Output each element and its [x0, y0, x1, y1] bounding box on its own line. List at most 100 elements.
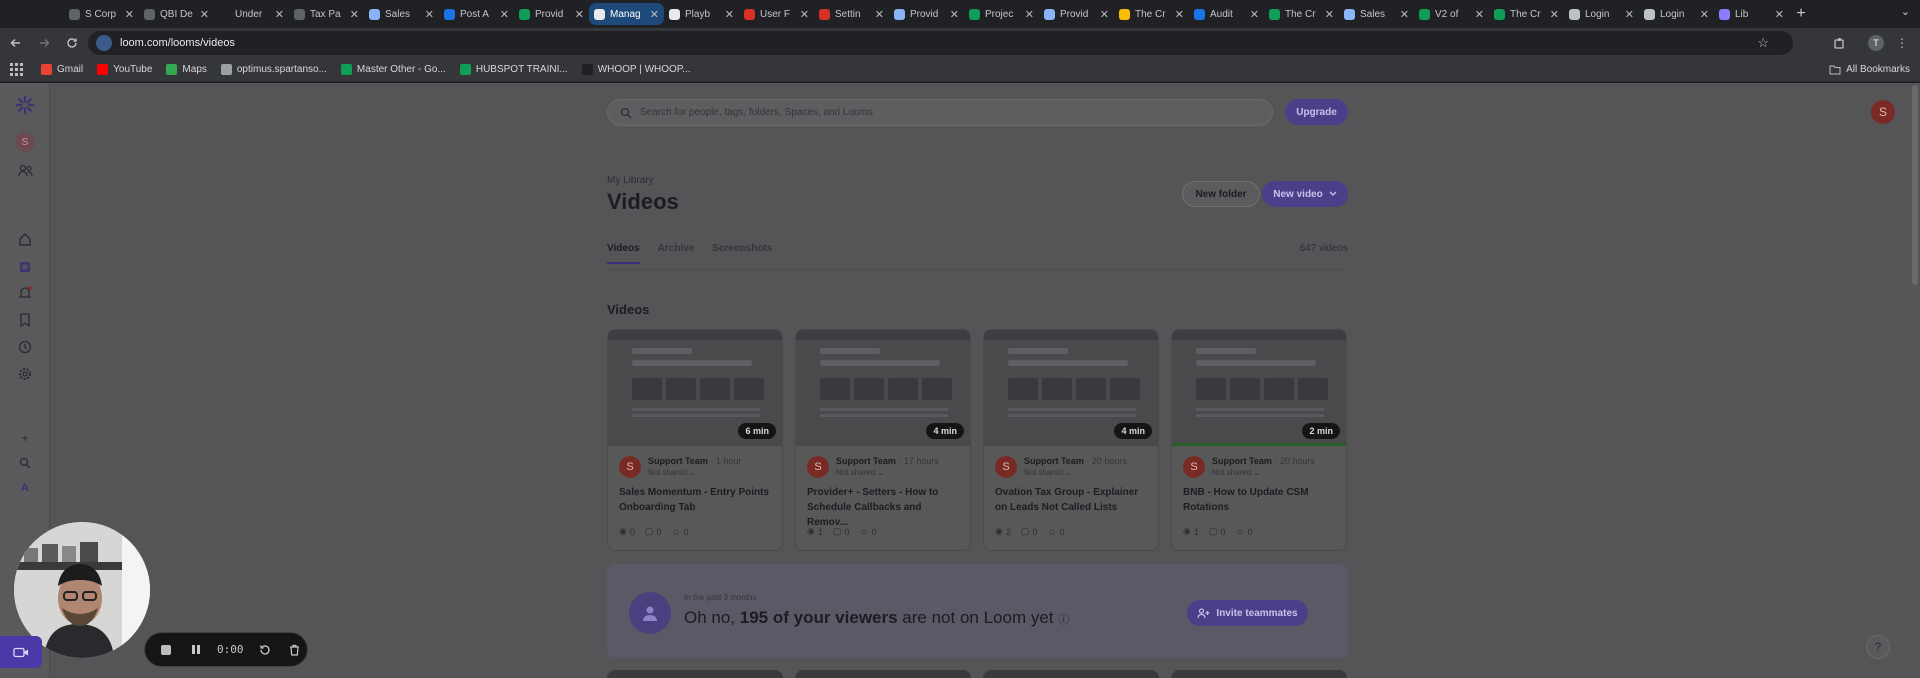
clock-history-icon[interactable]: [13, 335, 37, 359]
browser-tab[interactable]: Audit ✕: [1189, 3, 1264, 25]
video-title[interactable]: Ovation Tax Group - Explainer on Leads N…: [995, 485, 1153, 515]
browser-tab[interactable]: User F ✕: [739, 3, 814, 25]
close-tab-icon[interactable]: ✕: [275, 8, 284, 21]
upgrade-button[interactable]: Upgrade: [1285, 99, 1348, 125]
people-icon[interactable]: [13, 158, 37, 182]
delete-recording-button[interactable]: [286, 641, 304, 659]
close-tab-icon[interactable]: ✕: [1025, 8, 1034, 21]
pause-recording-button[interactable]: [187, 641, 205, 659]
video-title[interactable]: Provider+ - Setters - How to Schedule Ca…: [807, 485, 965, 530]
video-card-partial[interactable]: [983, 670, 1159, 678]
new-video-button[interactable]: New video: [1262, 181, 1348, 207]
close-tab-icon[interactable]: ✕: [1475, 8, 1484, 21]
browser-tab[interactable]: Under ✕: [214, 3, 289, 25]
bookmark-item[interactable]: YouTube: [97, 64, 152, 75]
close-tab-icon[interactable]: ✕: [1550, 8, 1559, 21]
info-icon[interactable]: ⓘ: [1058, 614, 1069, 626]
address-bar[interactable]: loom.com/looms/videos ☆: [88, 31, 1793, 55]
close-tab-icon[interactable]: ✕: [350, 8, 359, 21]
browser-tab[interactable]: The Cr ✕: [1489, 3, 1564, 25]
close-tab-icon[interactable]: ✕: [650, 8, 659, 21]
bookmark-star-icon[interactable]: ☆: [1757, 35, 1769, 51]
bookmark-item[interactable]: WHOOP | WHOOP...: [581, 64, 691, 75]
search-input[interactable]: Search for people, tags, folders, Spaces…: [607, 99, 1273, 126]
video-card-partial[interactable]: [607, 670, 783, 678]
bookmark-item[interactable]: Gmail: [41, 64, 83, 75]
browser-tab[interactable]: Sales ✕: [364, 3, 439, 25]
reload-button[interactable]: [60, 31, 84, 55]
browser-tab[interactable]: Login ✕: [1639, 3, 1714, 25]
close-tab-icon[interactable]: ✕: [1775, 8, 1784, 21]
all-bookmarks-button[interactable]: All Bookmarks: [1829, 64, 1910, 75]
video-card[interactable]: 2 min S Support Team · 20 hours Not shared …: [1171, 329, 1347, 551]
bookmark-item[interactable]: optimus.spartanso...: [220, 64, 327, 75]
settings-gear-icon[interactable]: [13, 362, 37, 386]
user-avatar[interactable]: S: [1871, 100, 1895, 124]
tab-videos[interactable]: Videos: [607, 243, 640, 264]
restart-recording-button[interactable]: [256, 641, 274, 659]
browser-tab[interactable]: Provid ✕: [514, 3, 589, 25]
browser-tab[interactable]: V2 of ✕: [1414, 3, 1489, 25]
browser-tab[interactable]: Post A ✕: [439, 3, 514, 25]
browser-tab[interactable]: Provid ✕: [889, 3, 964, 25]
tab-archive[interactable]: Archive: [658, 243, 695, 264]
tab-search-button[interactable]: ⌄: [1901, 5, 1910, 18]
browser-menu-button[interactable]: ⋮: [1890, 31, 1914, 55]
loom-logo-icon[interactable]: [13, 93, 37, 117]
close-tab-icon[interactable]: ✕: [1625, 8, 1634, 21]
accessibility-a-icon[interactable]: A: [13, 476, 37, 500]
plus-icon[interactable]: +: [13, 426, 37, 450]
site-info-icon[interactable]: [96, 35, 112, 51]
video-card-partial[interactable]: [1171, 670, 1347, 678]
close-tab-icon[interactable]: ✕: [200, 8, 209, 21]
bookmark-item[interactable]: HUBSPOT TRAINI...: [459, 64, 568, 75]
video-thumbnail[interactable]: 2 min: [1172, 330, 1346, 446]
browser-tab[interactable]: Manag ✕: [589, 3, 664, 25]
address-url[interactable]: loom.com/looms/videos: [120, 37, 235, 49]
close-tab-icon[interactable]: ✕: [725, 8, 734, 21]
browser-tab[interactable]: Playb ✕: [664, 3, 739, 25]
browser-tab[interactable]: Sales ✕: [1339, 3, 1414, 25]
profile-button[interactable]: T: [1864, 31, 1888, 55]
forward-button[interactable]: [32, 31, 56, 55]
close-tab-icon[interactable]: ✕: [125, 8, 134, 21]
camera-toggle-button[interactable]: [0, 636, 42, 668]
video-card[interactable]: 6 min S Support Team · 1 hour Not shared ⌄ S…: [607, 329, 783, 551]
page-scrollbar[interactable]: [1912, 85, 1918, 285]
close-tab-icon[interactable]: ✕: [1700, 8, 1709, 21]
stop-recording-button[interactable]: [157, 641, 175, 659]
tab-screenshots[interactable]: Screenshots: [712, 243, 772, 264]
new-folder-button[interactable]: New folder: [1182, 181, 1260, 207]
browser-tab[interactable]: Projec ✕: [964, 3, 1039, 25]
sharing-status[interactable]: Not shared ⌄: [1212, 468, 1260, 477]
bookmark-item[interactable]: Master Other - Go...: [340, 64, 446, 75]
video-card-partial[interactable]: [795, 670, 971, 678]
browser-tab[interactable]: Settin ✕: [814, 3, 889, 25]
close-tab-icon[interactable]: ✕: [1325, 8, 1334, 21]
close-tab-icon[interactable]: ✕: [500, 8, 509, 21]
apps-grid-icon[interactable]: [10, 63, 23, 76]
video-title[interactable]: Sales Momentum - Entry Points Onboarding…: [619, 485, 777, 515]
video-thumbnail[interactable]: 6 min: [608, 330, 782, 446]
close-tab-icon[interactable]: ✕: [875, 8, 884, 21]
video-thumbnail[interactable]: 4 min: [796, 330, 970, 446]
video-card[interactable]: 4 min S Support Team · 20 hours Not shared …: [983, 329, 1159, 551]
browser-tab[interactable]: Lib ✕: [1714, 3, 1789, 25]
close-tab-icon[interactable]: ✕: [950, 8, 959, 21]
bookmark-icon[interactable]: [13, 308, 37, 332]
help-button[interactable]: ?: [1866, 635, 1890, 659]
close-tab-icon[interactable]: ✕: [425, 8, 434, 21]
close-tab-icon[interactable]: ✕: [1250, 8, 1259, 21]
browser-tab[interactable]: The Cr ✕: [1114, 3, 1189, 25]
sharing-status[interactable]: Not shared ⌄: [836, 468, 884, 477]
video-title[interactable]: BNB - How to Update CSM Rotations: [1183, 485, 1341, 515]
browser-tab[interactable]: S Corp ✕: [64, 3, 139, 25]
browser-tab[interactable]: The Cr ✕: [1264, 3, 1339, 25]
new-tab-button[interactable]: +: [1789, 3, 1813, 25]
sharing-status[interactable]: Not shared ⌄: [648, 468, 696, 477]
close-tab-icon[interactable]: ✕: [575, 8, 584, 21]
close-tab-icon[interactable]: ✕: [1100, 8, 1109, 21]
close-tab-icon[interactable]: ✕: [800, 8, 809, 21]
browser-tab[interactable]: QBI De ✕: [139, 3, 214, 25]
close-tab-icon[interactable]: ✕: [1400, 8, 1409, 21]
